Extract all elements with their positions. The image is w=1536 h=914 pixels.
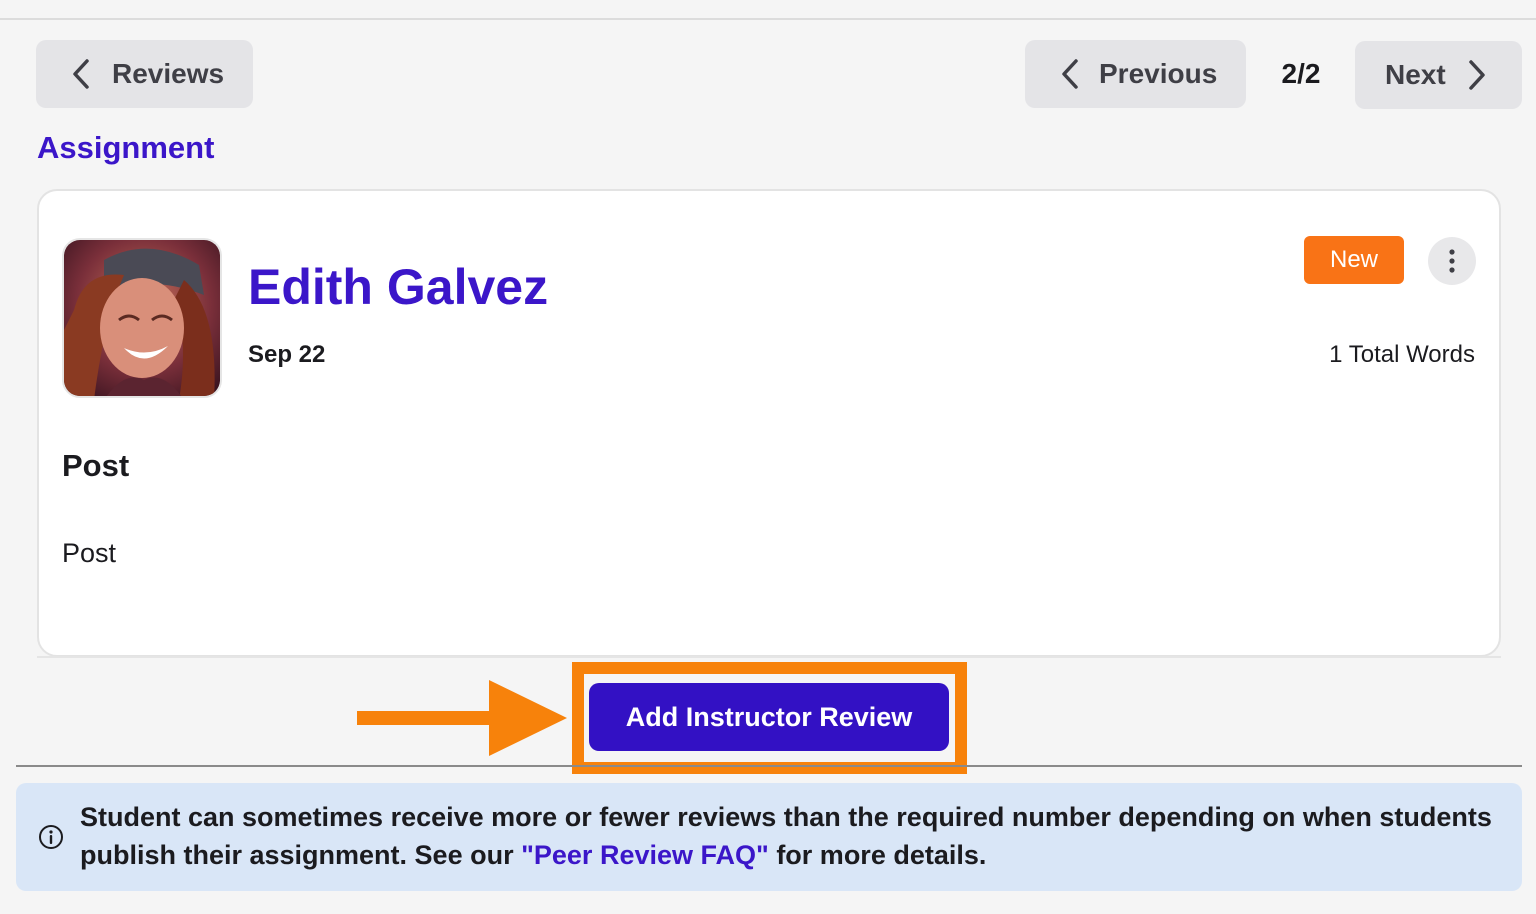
- info-text-end: for more details.: [768, 840, 987, 870]
- chevron-left-icon: [73, 59, 89, 89]
- section-title: Assignment: [37, 130, 215, 165]
- more-vertical-icon: [1449, 249, 1455, 273]
- page-indicator: 2/2: [1281, 58, 1321, 89]
- next-button-label: Next: [1385, 59, 1446, 90]
- card-bottom-line: [37, 656, 1501, 658]
- back-to-reviews-button[interactable]: Reviews: [36, 40, 253, 108]
- post-date: Sep 22: [248, 341, 326, 368]
- author-name[interactable]: Edith Galvez: [248, 258, 548, 316]
- chevron-right-icon: [1468, 60, 1485, 90]
- arrow-right-icon: [489, 680, 567, 756]
- peer-review-faq-link[interactable]: "Peer Review FAQ": [521, 840, 769, 870]
- chevron-left-icon: [1062, 59, 1078, 89]
- avatar-image: [64, 240, 220, 396]
- avatar: [62, 238, 222, 398]
- next-button[interactable]: Next: [1355, 41, 1522, 109]
- previous-button[interactable]: Previous: [1025, 40, 1246, 108]
- add-instructor-review-button[interactable]: Add Instructor Review: [589, 683, 949, 751]
- status-badge: New: [1304, 236, 1404, 284]
- section-divider: [16, 765, 1522, 767]
- previous-button-label: Previous: [1099, 58, 1218, 89]
- word-count: 1 Total Words: [1329, 341, 1475, 368]
- post-heading: Post: [62, 448, 130, 483]
- top-divider: [0, 18, 1536, 20]
- info-icon: [39, 825, 63, 849]
- more-options-button[interactable]: [1428, 237, 1476, 285]
- pointer-arrow-shaft: [357, 711, 497, 725]
- post-body: Post: [62, 538, 117, 568]
- back-button-label: Reviews: [112, 58, 225, 89]
- info-message: Student can sometimes receive more or fe…: [80, 798, 1500, 874]
